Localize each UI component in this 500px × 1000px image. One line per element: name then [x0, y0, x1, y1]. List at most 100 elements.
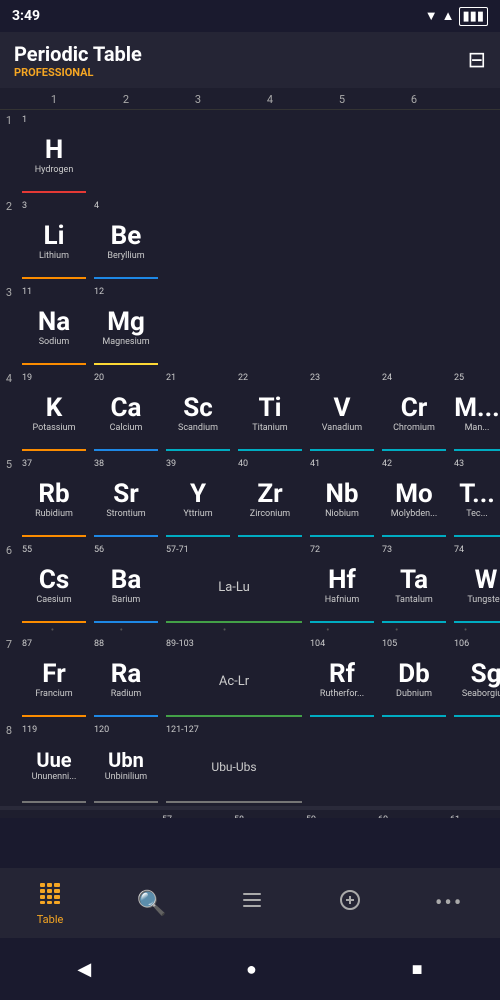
- symbol-Tc: T...: [459, 481, 495, 507]
- element-Ca[interactable]: 20 Ca Calcium: [90, 371, 162, 451]
- symbol-K: K: [46, 395, 63, 421]
- element-Y[interactable]: 39 Y Yttrium: [162, 457, 234, 537]
- element-Cs[interactable]: 55 Cs Caesium: [18, 543, 90, 623]
- element-Hf[interactable]: 72 Hf Hafnium: [306, 543, 378, 623]
- symbol-Be: Be: [111, 223, 142, 249]
- empty-2-3: [162, 199, 234, 279]
- atomic-num-Mg: 12: [94, 287, 104, 297]
- element-W[interactable]: 74 W Tungsten: [450, 543, 500, 623]
- atomic-num-Pm: 61: [450, 815, 460, 818]
- element-AcLr[interactable]: 89-103 Ac-Lr: [162, 637, 306, 717]
- element-Cr[interactable]: 24 Cr Chromium: [378, 371, 450, 451]
- atomic-num-Rf: 104: [310, 639, 325, 649]
- element-K[interactable]: 19 K Potassium: [18, 371, 90, 451]
- element-Rf[interactable]: 104 Rf Rutherfor...: [306, 637, 378, 717]
- element-Sg[interactable]: 106 Sg Seaborgium: [450, 637, 500, 717]
- element-H[interactable]: 1 H Hydrogen: [18, 113, 90, 193]
- symbol-Ra: Ra: [111, 661, 142, 687]
- nav-item-table[interactable]: Table: [37, 881, 64, 926]
- atomic-num-Pr: 59: [306, 815, 316, 818]
- element-Mg[interactable]: 12 Mg Magnesium: [90, 285, 162, 365]
- symbol-Mn: M...: [454, 395, 499, 421]
- period-row-4: 4 19 K Potassium 20 Ca Calcium 21 Sc Sca…: [0, 368, 500, 454]
- element-Pm[interactable]: 61 P... Pro...: [446, 813, 500, 818]
- element-Ta[interactable]: 73 Ta Tantalum: [378, 543, 450, 623]
- atomic-num-Sc: 21: [166, 373, 176, 383]
- period-num-3: 3: [0, 282, 18, 299]
- element-Nd[interactable]: 60 Nd Neodymiu...: [374, 813, 446, 818]
- element-Zr[interactable]: 40 Zr Zirconium: [234, 457, 306, 537]
- symbol-Hf: Hf: [328, 567, 356, 593]
- element-Ba[interactable]: 56 Ba Barium: [90, 543, 162, 623]
- symbol-Sg: Sg: [471, 661, 500, 687]
- nav-item-search[interactable]: 🔍: [137, 889, 167, 917]
- status-time: 3:49: [12, 8, 40, 24]
- element-V[interactable]: 23 V Vanadium: [306, 371, 378, 451]
- empty-2-5: [306, 199, 378, 279]
- element-Ra[interactable]: 88 Ra Radium: [90, 637, 162, 717]
- atomic-num-Sr: 38: [94, 459, 104, 469]
- name-Y: Yttrium: [183, 509, 212, 519]
- atomic-num-Hf: 72: [310, 545, 320, 555]
- element-Uue[interactable]: 119 Uue Ununenni...: [18, 723, 90, 803]
- element-Tc[interactable]: 43 T... Tec...: [450, 457, 500, 537]
- symbol-Zr: Zr: [257, 481, 282, 507]
- symbol-LaLu: La-Lu: [218, 580, 250, 595]
- name-K: Potassium: [33, 423, 76, 433]
- element-La[interactable]: 57 La Lanthanum: [158, 813, 230, 818]
- nav-item-more[interactable]: •••: [435, 891, 463, 916]
- empty-1-5: [306, 113, 378, 193]
- col-header-5: 5: [306, 88, 378, 109]
- period-row-7: 7 87 Fr Francium 88 Ra Radium 89-103 Ac-…: [0, 634, 500, 720]
- element-Ce[interactable]: 58 Ce Cerium: [230, 813, 302, 818]
- nav-item-add[interactable]: [338, 888, 362, 918]
- symbol-Cr: Cr: [401, 395, 428, 421]
- element-Sr[interactable]: 38 Sr Strontium: [90, 457, 162, 537]
- period-row-6: 6 55 Cs Caesium 56 Ba Barium 57-71 La-Lu…: [0, 540, 500, 626]
- name-Nb: Niobium: [325, 509, 359, 519]
- element-Rb[interactable]: 37 Rb Rubidium: [18, 457, 90, 537]
- atomic-num-Ca: 20: [94, 373, 104, 383]
- element-Mn[interactable]: 25 M... Man...: [450, 371, 500, 451]
- empty-1-3: [162, 113, 234, 193]
- element-Nb[interactable]: 41 Nb Niobium: [306, 457, 378, 537]
- symbol-H: H: [45, 137, 63, 163]
- atomic-num-Db: 105: [382, 639, 397, 649]
- name-Sr: Strontium: [106, 509, 145, 519]
- element-Ubn[interactable]: 120 Ubn Unbinilium: [90, 723, 162, 803]
- symbol-Ta: Ta: [400, 567, 428, 593]
- element-Pr[interactable]: 59 Pr Praseody...: [302, 813, 374, 818]
- symbol-Sr: Sr: [113, 481, 139, 507]
- name-Sc: Scandium: [178, 423, 218, 433]
- back-button[interactable]: ◀: [77, 959, 91, 980]
- element-Db[interactable]: 105 Db Dubnium: [378, 637, 450, 717]
- recent-button[interactable]: ■: [412, 959, 423, 980]
- name-Mg: Magnesium: [102, 337, 149, 347]
- element-Ti[interactable]: 22 Ti Titanium: [234, 371, 306, 451]
- filter-button[interactable]: ⊟: [468, 48, 486, 73]
- name-Zr: Zirconium: [250, 509, 290, 519]
- element-Mo[interactable]: 42 Mo Molybden...: [378, 457, 450, 537]
- symbol-Rf: Rf: [329, 661, 355, 687]
- signal-icon: ▲: [442, 8, 455, 24]
- element-Be[interactable]: 4 Be Beryllium: [90, 199, 162, 279]
- element-UbuUbs[interactable]: 121-127 Ubu-Ubs: [162, 723, 306, 803]
- period-num-1: 1: [0, 110, 18, 127]
- element-Sc[interactable]: 21 Sc Scandium: [162, 371, 234, 451]
- dot-2: •: [87, 625, 156, 636]
- name-Sg: Seaborgium: [462, 689, 500, 699]
- element-Li[interactable]: 3 Li Lithium: [18, 199, 90, 279]
- atomic-num-Mn: 25: [454, 373, 464, 383]
- home-button[interactable]: ●: [246, 959, 257, 980]
- dot-5: •: [362, 625, 431, 636]
- element-LaLu[interactable]: 57-71 La-Lu: [162, 543, 306, 623]
- atomic-num-Be: 4: [94, 201, 99, 211]
- element-Na[interactable]: 11 Na Sodium: [18, 285, 90, 365]
- periodic-table-area: 1 2 3 4 5 6 1 1 H Hydrogen 2 3 Li Lithiu…: [0, 88, 500, 818]
- element-Fr[interactable]: 87 Fr Francium: [18, 637, 90, 717]
- name-Hf: Hafnium: [325, 595, 359, 605]
- atomic-range-UbuUbs: 121-127: [166, 725, 199, 735]
- period-row-8: 8 119 Uue Ununenni... 120 Ubn Unbinilium…: [0, 720, 500, 806]
- nav-item-list[interactable]: [240, 888, 264, 918]
- atomic-num-K: 19: [22, 373, 32, 383]
